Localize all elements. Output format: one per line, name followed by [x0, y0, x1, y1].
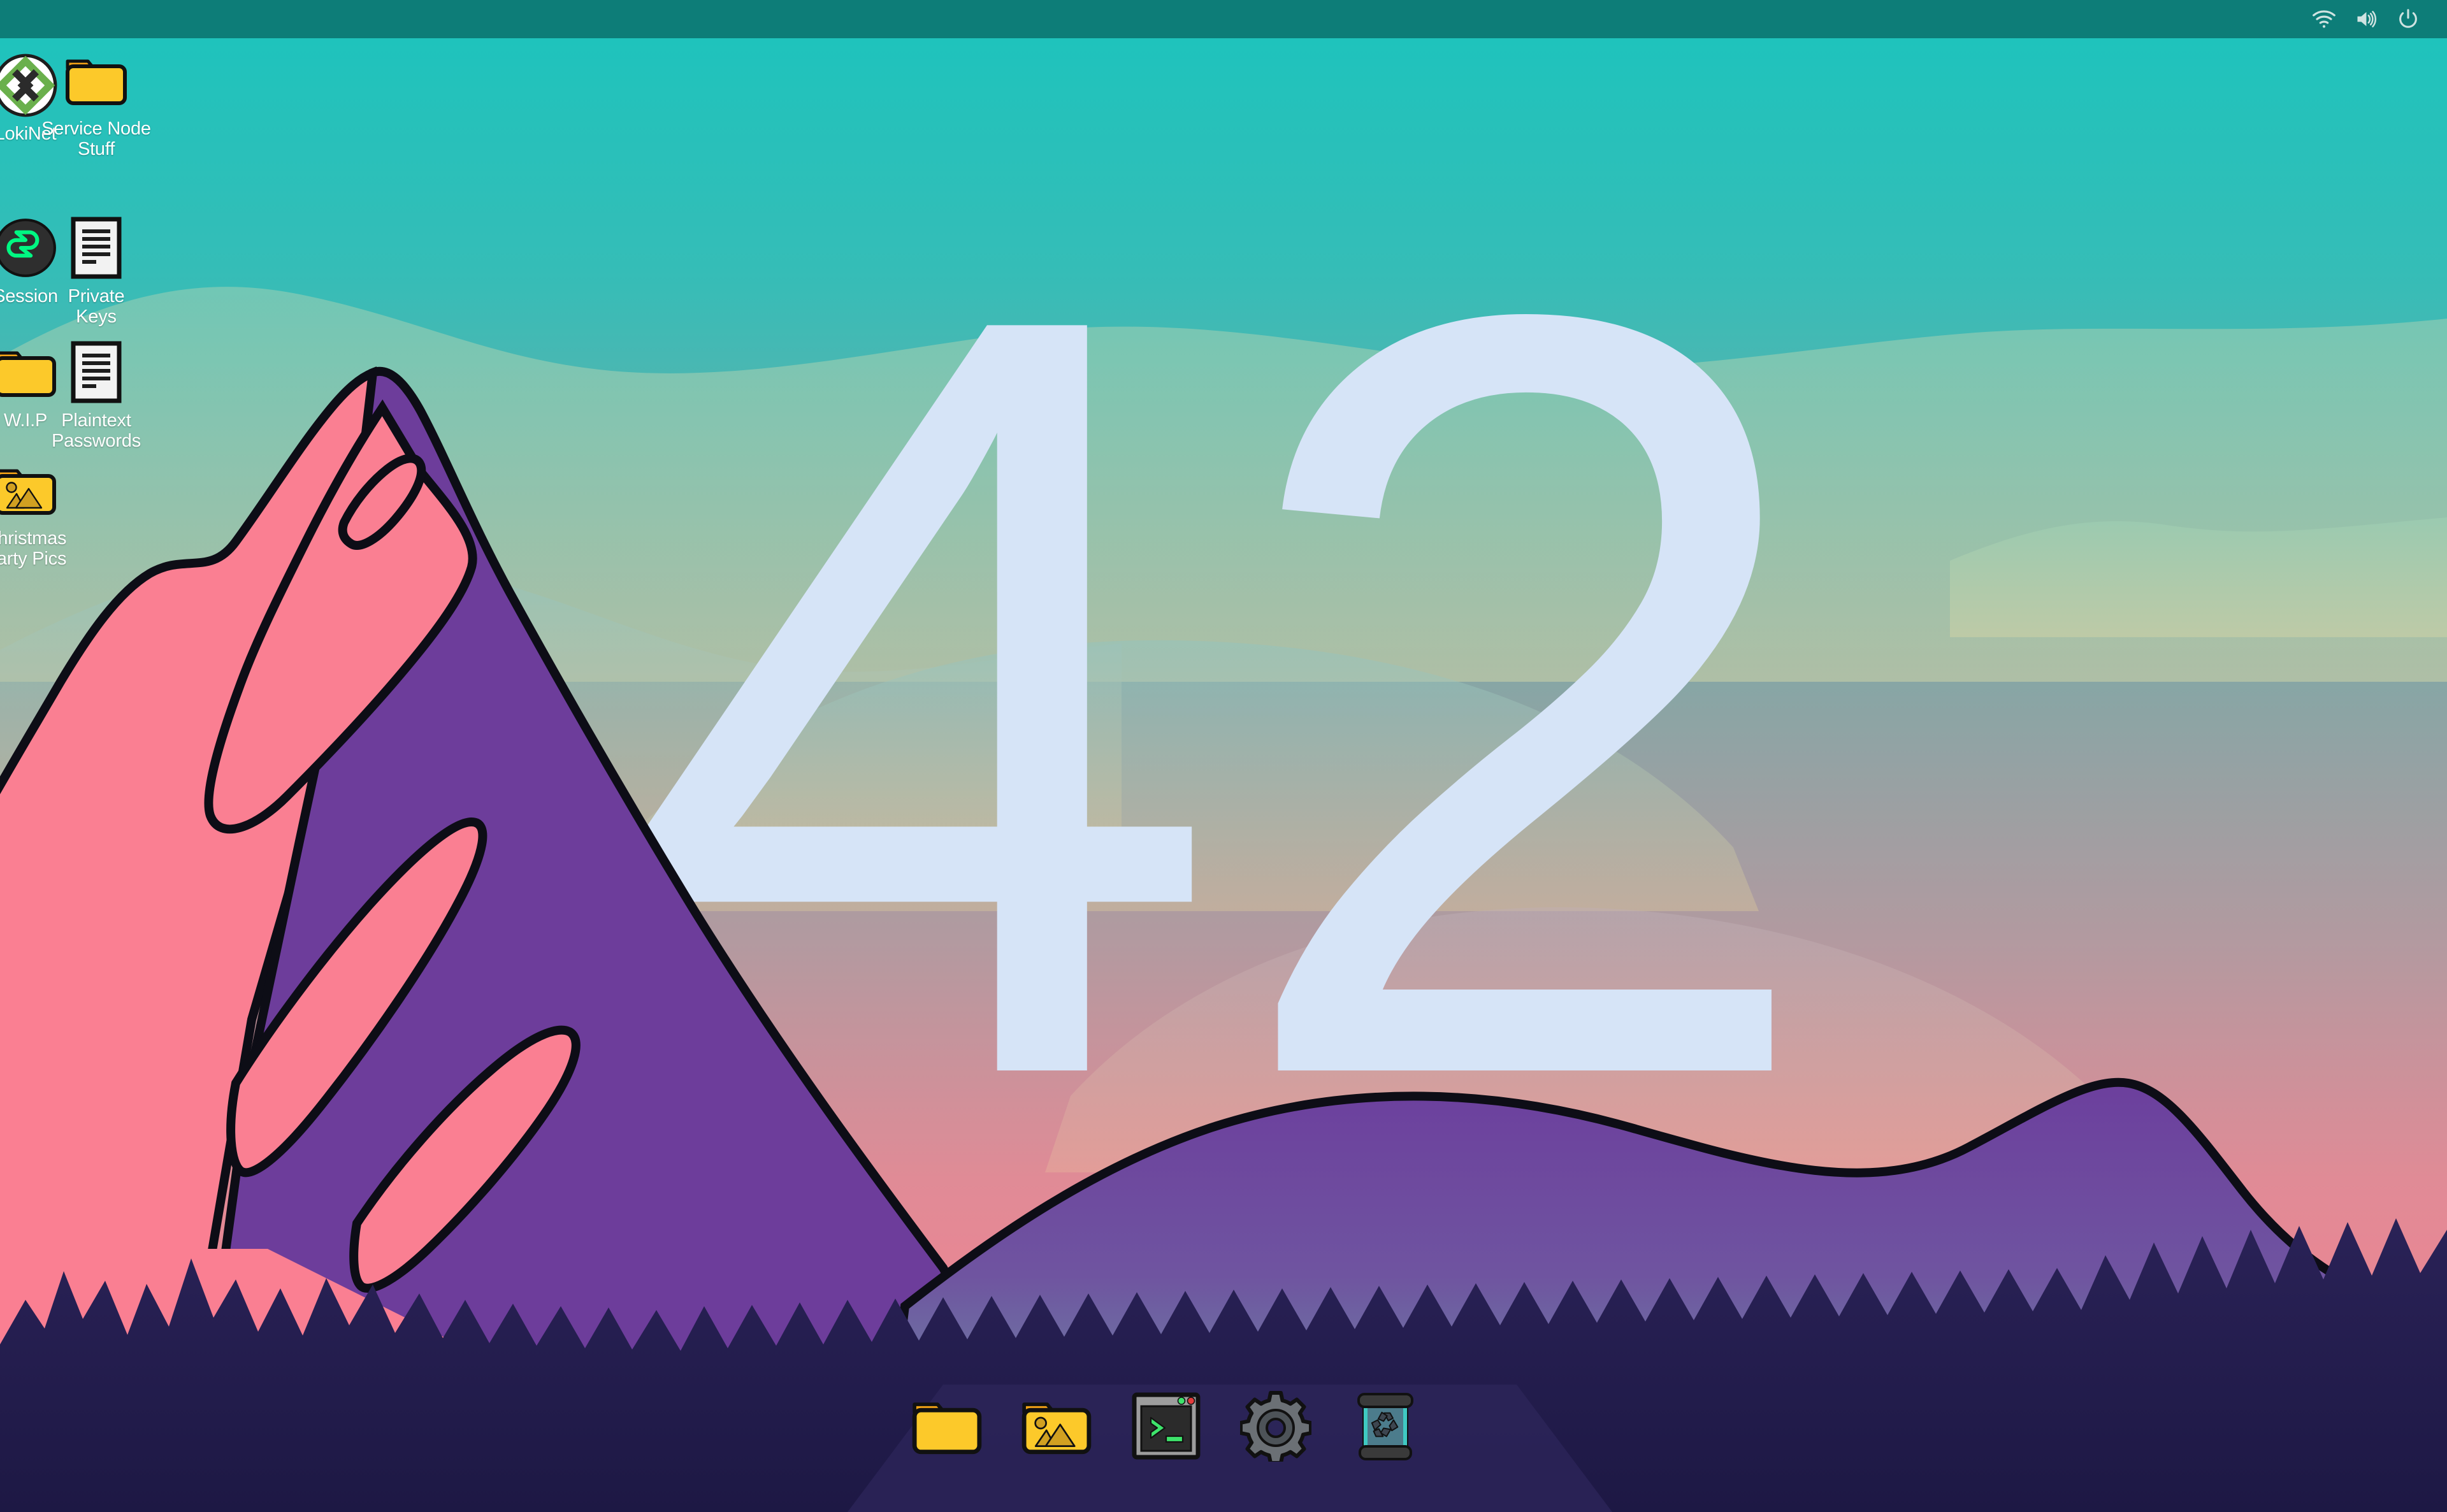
top-status-bar	[0, 0, 2447, 38]
dock-item-settings[interactable]	[1238, 1388, 1314, 1464]
desktop-icon-label: Christmas Party Pics	[0, 528, 67, 570]
dock-item-files[interactable]	[909, 1388, 985, 1464]
dock-item-terminal[interactable]	[1128, 1388, 1204, 1464]
desktop-icon-label: Plaintext Passwords	[51, 410, 141, 452]
desktop-icon-label: Service Node Stuff	[41, 119, 151, 160]
power-icon[interactable]	[2387, 0, 2429, 38]
dock-item-trash[interactable]	[1347, 1388, 1424, 1464]
desktop-screen: 42 LokiNet Service Node Stuff ession Pri…	[0, 0, 2447, 1512]
dock	[848, 1346, 1612, 1512]
desktop-icon-private-keys[interactable]: Private Keys	[36, 213, 157, 328]
wallpaper: 42	[0, 0, 2447, 1512]
wifi-icon[interactable]	[2303, 0, 2345, 38]
volume-icon[interactable]	[2345, 0, 2387, 38]
right-hill	[1950, 517, 2447, 637]
folder-icon	[62, 46, 131, 115]
desktop-icon-plaintext-passwords[interactable]: Plaintext Passwords	[36, 338, 157, 452]
text-document-icon	[62, 338, 131, 407]
desktop-icon-service-node-stuff[interactable]: Service Node Stuff	[36, 46, 157, 160]
desktop-icon-label: Private Keys	[68, 286, 125, 328]
dock-item-list	[909, 1388, 1424, 1464]
text-document-icon	[62, 213, 131, 282]
desktop-icon-christmas-party-pics[interactable]: Christmas Party Pics	[0, 456, 86, 570]
folder-pictures-icon	[0, 456, 60, 524]
desktop-icon-grid: LokiNet Service Node Stuff Session	[0, 38, 331, 612]
dock-item-pictures[interactable]	[1018, 1388, 1095, 1464]
